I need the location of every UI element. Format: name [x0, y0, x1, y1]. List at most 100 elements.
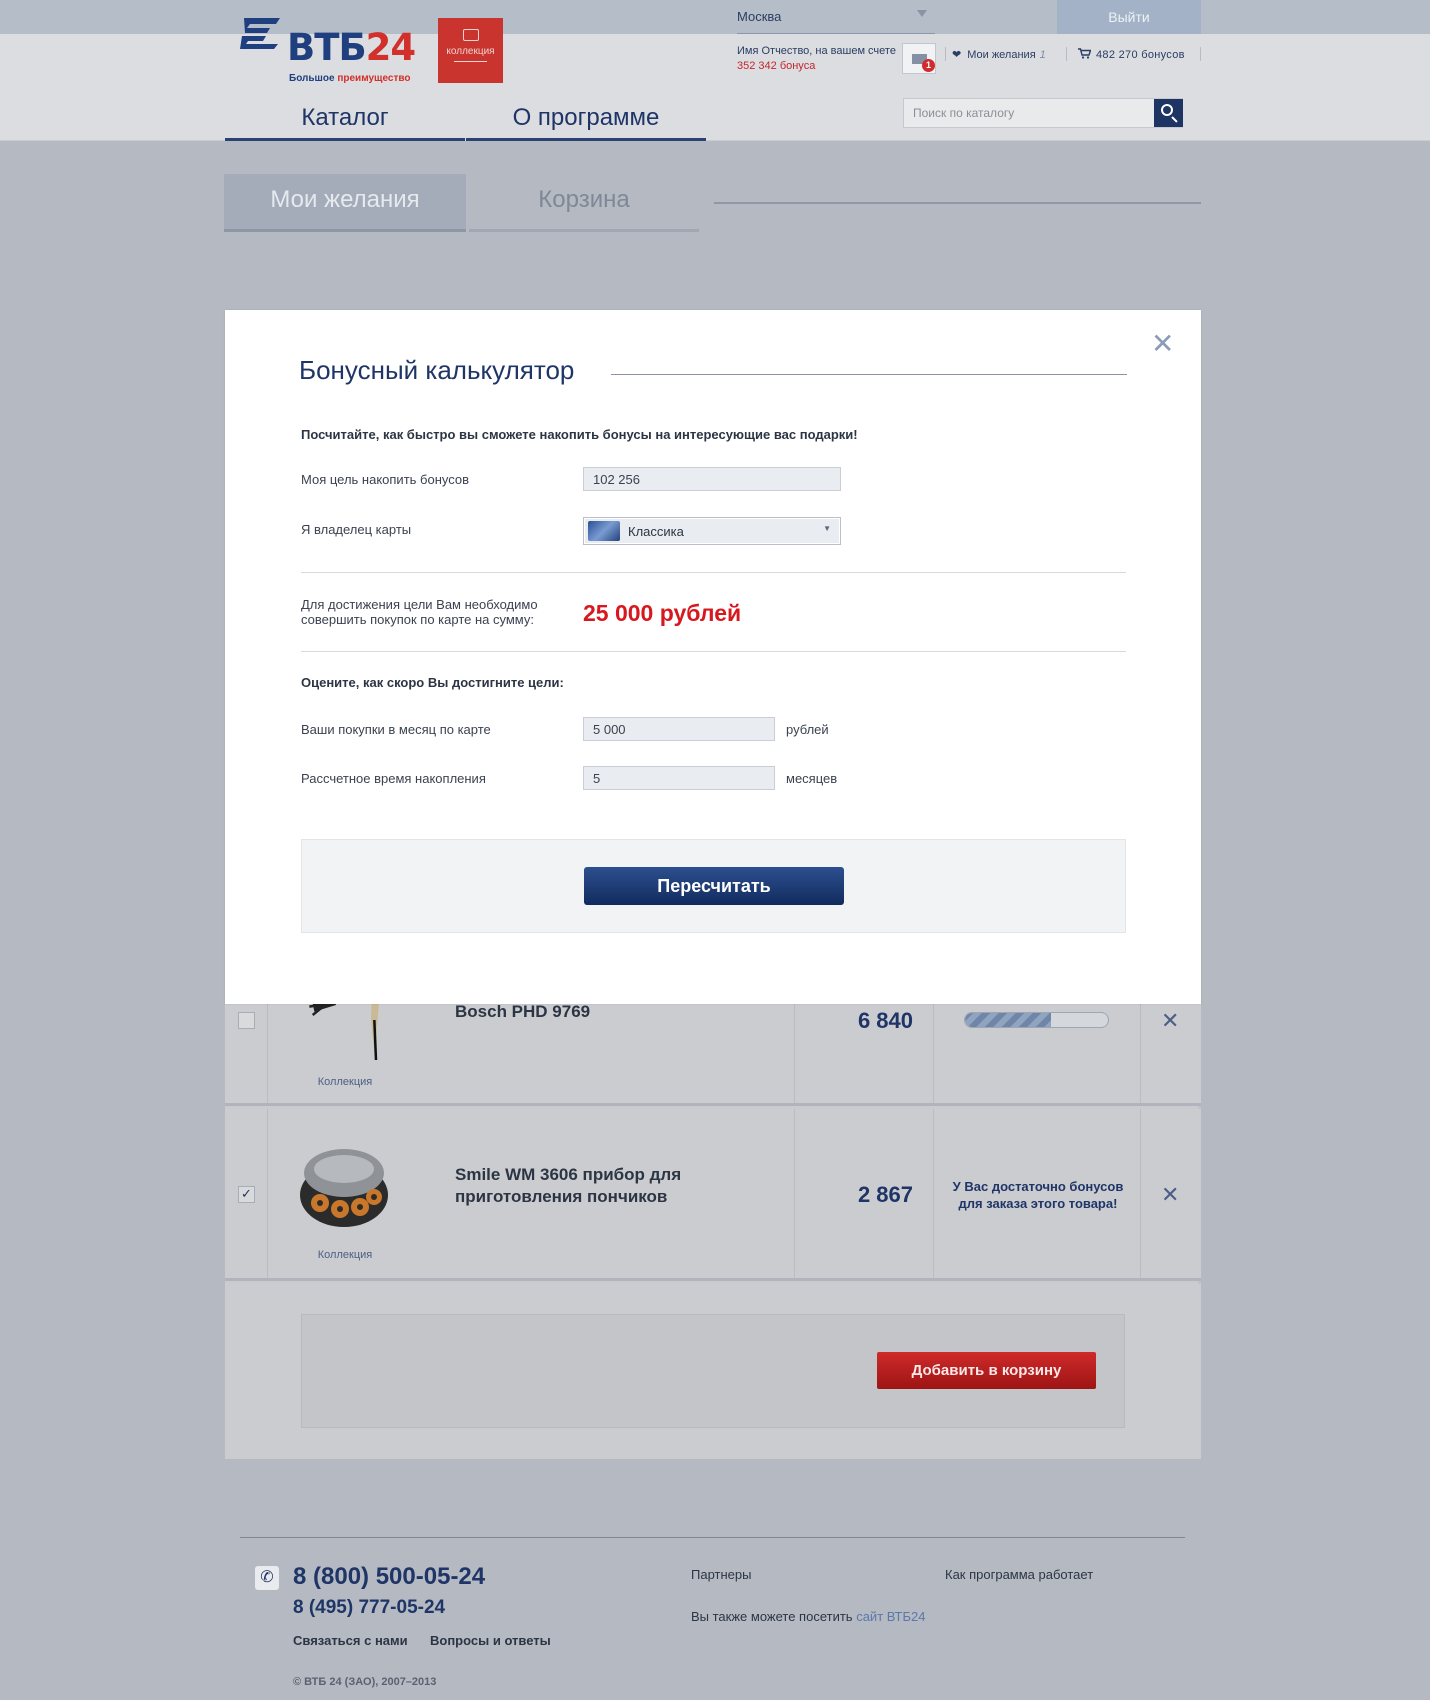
vtb-logo-mark-icon	[240, 18, 280, 49]
account-text: Имя Отчество, на вашем счете	[737, 45, 896, 57]
collection-badge-label: коллекция	[446, 46, 495, 57]
status-cell	[934, 990, 1141, 1103]
product-checkbox[interactable]	[238, 1012, 255, 1029]
remove-item-button[interactable]: ✕	[1161, 1182, 1179, 1208]
visit-text: Вы также можете посетить сайт ВТБ24	[691, 1609, 926, 1624]
estimate-heading: Оцените, как скоро Вы достигните цели:	[301, 675, 564, 690]
search-button[interactable]	[1154, 99, 1183, 127]
city-select[interactable]: Москва	[737, 0, 935, 34]
price-cell: 2 867	[794, 1109, 934, 1278]
modal-title: Бонусный калькулятор	[299, 355, 575, 385]
wishes-link[interactable]: ❤ Мои желания 1	[952, 48, 1046, 61]
partners-link[interactable]: Партнеры	[691, 1567, 751, 1582]
collection-badge[interactable]: коллекция	[438, 18, 503, 83]
chevron-down-icon: ▼	[823, 524, 831, 533]
messages-count-badge: 1	[922, 59, 935, 72]
required-sum: 25 000 рублей	[583, 600, 742, 626]
required-text-line: Для достижения цели Вам необходимо	[301, 597, 538, 612]
heart-icon: ❤	[952, 49, 962, 61]
vtb24-site-link[interactable]: сайт ВТБ24	[856, 1609, 925, 1624]
required-text-line: совершить покупок по карте на сумму:	[301, 612, 534, 627]
copyright: © ВТБ 24 (ЗАО), 2007–2013	[293, 1676, 437, 1688]
collection-label: Коллекция	[317, 1076, 373, 1088]
header-top-strip	[0, 0, 1430, 34]
bonus-progress-fill	[965, 1013, 1051, 1027]
tab-cart[interactable]: Корзина	[469, 174, 699, 232]
actions-box: Добавить в корзину	[301, 1314, 1125, 1428]
product-title-line: приготовления пончиков	[455, 1187, 668, 1206]
status-line: У Вас достаточно бонусов	[952, 1179, 1124, 1194]
messages-button[interactable]: 1	[902, 43, 936, 74]
time-unit: месяцев	[786, 771, 838, 786]
bonus-progress-bar	[964, 1012, 1109, 1028]
tab-wishes[interactable]: Мои желания	[224, 174, 466, 232]
status-cell: У Вас достаточно бонусов для заказа этого…	[934, 1109, 1141, 1278]
goal-label: Моя цель накопить бонусов	[301, 472, 470, 487]
site-header: ВТБ24 Большое преимущество коллекция Мос…	[0, 0, 1430, 141]
brand-name: ВТБ24	[287, 26, 416, 69]
checkbox-cell	[225, 1109, 268, 1278]
brand-slogan: Большое преимущество	[289, 73, 411, 84]
add-to-cart-button[interactable]: Добавить в корзину	[877, 1352, 1096, 1389]
visit-label: Вы также можете посетить	[691, 1609, 853, 1624]
goal-input[interactable]	[583, 467, 841, 491]
search-input[interactable]	[904, 99, 1154, 127]
how-it-works-link[interactable]: Как программа работает	[945, 1567, 1093, 1582]
status-line: для заказа этого товара!	[958, 1196, 1118, 1211]
header-separator	[1200, 47, 1201, 61]
phone-icon: ✆	[255, 1566, 279, 1590]
card-value: Классика	[628, 524, 684, 539]
faq-link[interactable]: Вопросы и ответы	[430, 1633, 551, 1648]
bonuses-link[interactable]: 482 270 бонусов	[1078, 48, 1185, 61]
search-box	[903, 98, 1183, 128]
wishes-count: 1	[1039, 49, 1046, 61]
remove-item-button[interactable]: ✕	[1161, 1008, 1179, 1034]
bonuses-label: 482 270 бонусов	[1096, 49, 1185, 61]
price-cell: 6 840	[794, 990, 934, 1103]
recalculate-button[interactable]: Пересчитать	[584, 867, 844, 905]
wishlist-actions: Добавить в корзину	[225, 1284, 1201, 1459]
checkbox-cell	[225, 990, 268, 1103]
monthly-purchases-label: Ваши покупки в месяц по карте	[301, 722, 491, 737]
cart-icon	[1078, 48, 1092, 59]
card-icon	[588, 521, 620, 541]
accumulation-time-label: Рассчетное время накопления	[301, 771, 486, 786]
accumulation-time-input[interactable]	[583, 766, 775, 790]
vtb24-logo[interactable]: ВТБ24 Большое преимущество	[240, 16, 416, 86]
logout-button[interactable]: Выйти	[1057, 0, 1201, 34]
table-row: Коллекция Smile WM 3606 прибор для пригот…	[225, 1109, 1201, 1281]
product-price: 2 867	[857, 1182, 913, 1207]
search-icon-handle	[1171, 116, 1178, 123]
nav-about[interactable]: О программе	[466, 96, 706, 141]
search-icon	[1161, 104, 1173, 116]
gift-icon	[463, 29, 479, 41]
product-title-line: Smile WM 3606 прибор для	[455, 1165, 682, 1184]
wishes-label: Мои желания	[967, 49, 1036, 61]
account-info: Имя Отчество, на вашем счете 352 342 бон…	[737, 44, 897, 74]
collection-label: Коллекция	[317, 1249, 373, 1261]
close-icon[interactable]: ✕	[1151, 330, 1174, 358]
nav-catalog[interactable]: Каталог	[225, 96, 465, 141]
account-bonus: 352 342 бонуса	[737, 60, 816, 72]
monthly-unit: рублей	[786, 722, 829, 737]
product-title[interactable]: Bosch PHD 9769	[455, 1001, 590, 1023]
badge-divider	[454, 61, 487, 62]
tabs-divider	[714, 202, 1201, 204]
enough-bonuses-note: У Вас достаточно бонусов для заказа этого…	[950, 1178, 1126, 1212]
section-divider	[301, 572, 1126, 573]
contact-link[interactable]: Связаться с нами	[293, 1633, 408, 1648]
city-value: Москва	[737, 9, 782, 24]
phone-primary[interactable]: 8 (800) 500-05-24	[293, 1563, 485, 1591]
card-select[interactable]: Классика ▼	[583, 517, 841, 545]
calculator-actions: Пересчитать	[301, 839, 1126, 933]
product-title[interactable]: Smile WM 3606 прибор для приготовления по…	[455, 1164, 681, 1208]
header-separator	[945, 47, 946, 61]
monthly-purchases-input[interactable]	[583, 717, 775, 741]
required-sum-text: Для достижения цели Вам необходимо соверш…	[301, 597, 551, 627]
footer-divider	[240, 1537, 1185, 1538]
bonus-calculator-modal: ✕ Бонусный калькулятор Посчитайте, как б…	[225, 310, 1201, 1004]
phone-secondary[interactable]: 8 (495) 777-05-24	[293, 1597, 445, 1619]
title-divider	[611, 374, 1127, 375]
product-checkbox[interactable]	[238, 1186, 255, 1203]
product-price: 6 840	[857, 1008, 913, 1033]
